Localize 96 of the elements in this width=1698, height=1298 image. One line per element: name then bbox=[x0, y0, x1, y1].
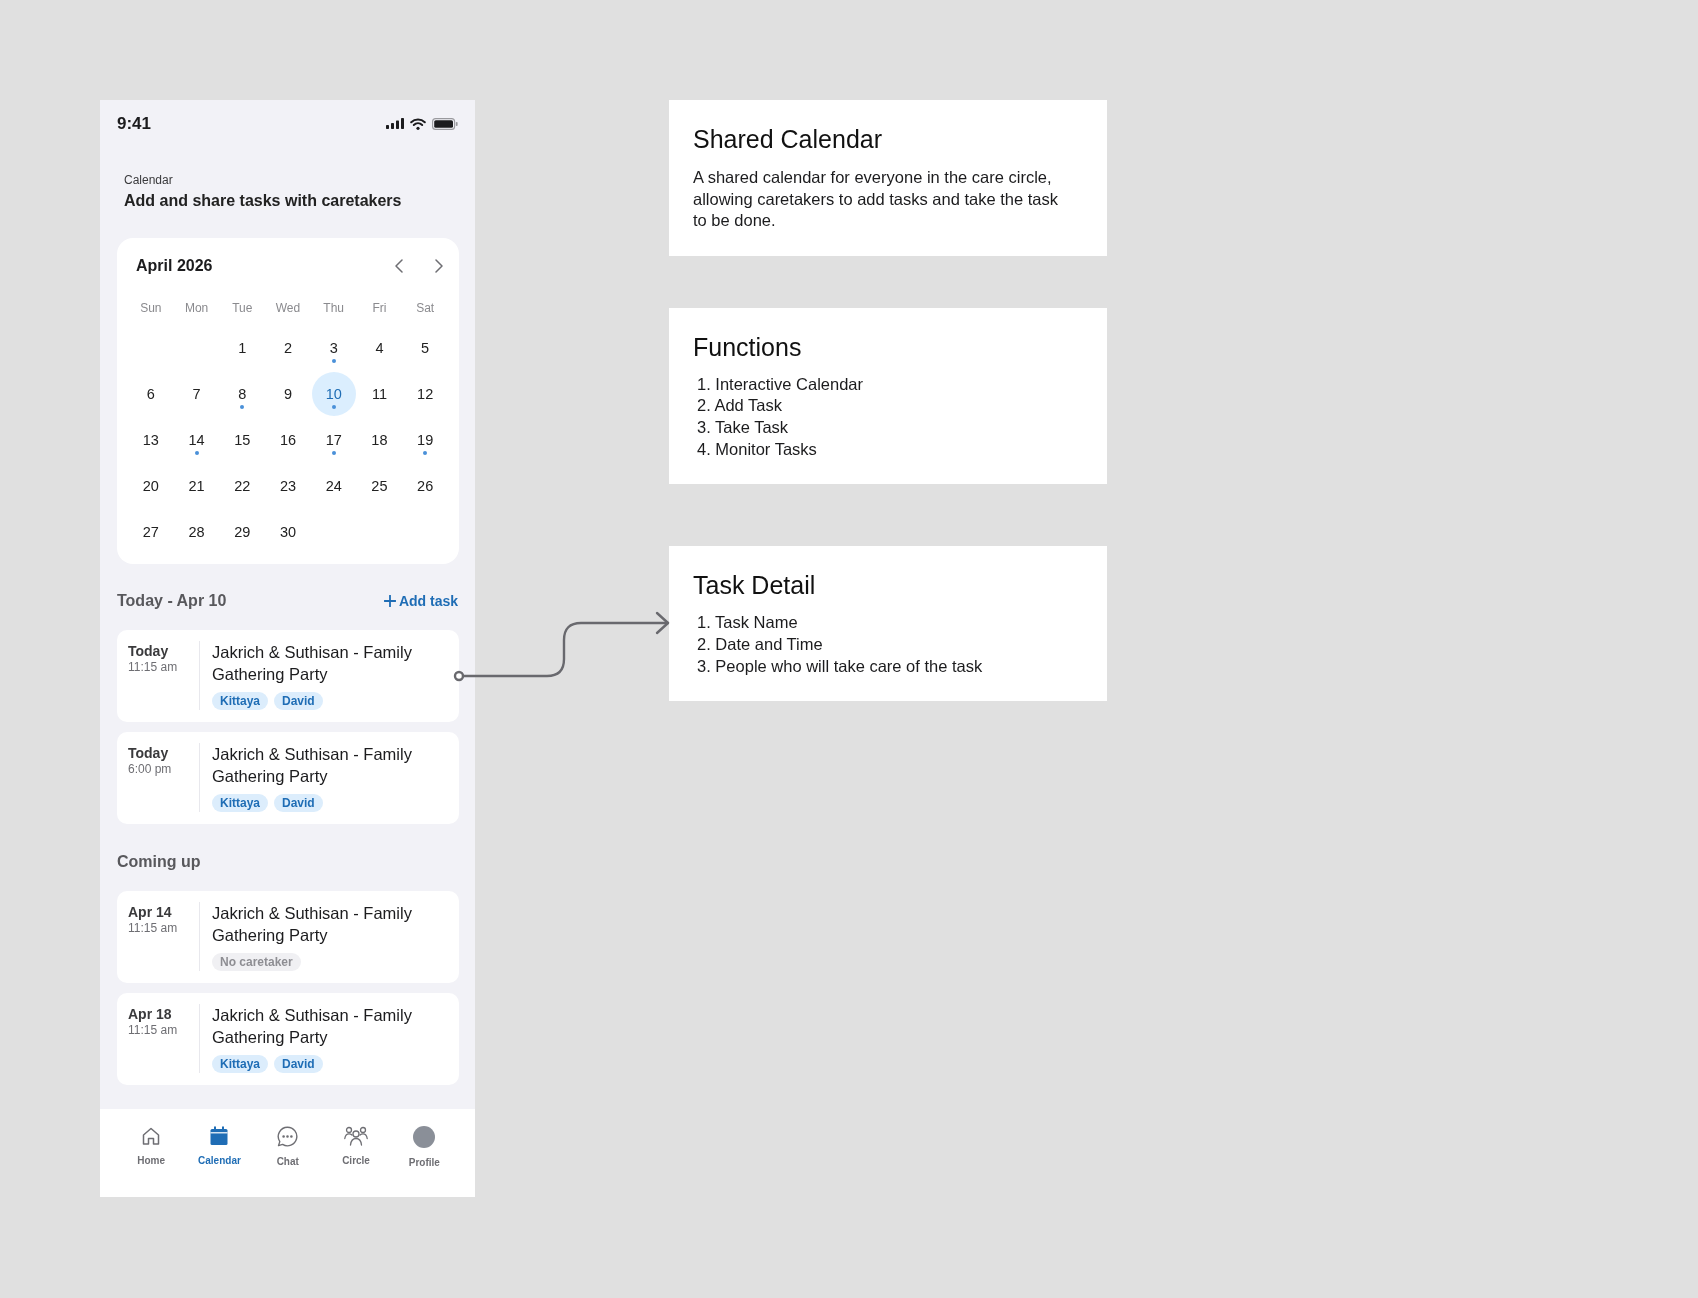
nav-tab[interactable]: Profile bbox=[408, 1126, 440, 1169]
calendar-day[interactable]: 29 bbox=[234, 523, 251, 541]
weekday-label: Sat bbox=[416, 300, 435, 316]
nav-tab[interactable]: Calendar bbox=[198, 1126, 241, 1167]
previous-month-button[interactable] bbox=[393, 257, 405, 275]
calendar-day[interactable]: 4 bbox=[375, 339, 384, 357]
calendar-day[interactable]: 2 bbox=[283, 339, 293, 357]
task-time: 11:15 am bbox=[128, 921, 179, 935]
note-list-item: 1. Task Name bbox=[697, 612, 798, 634]
task-card[interactable]: Today 11:15 am Jakrich & Suthisan - Family Gathering Party Kittaya David bbox=[117, 630, 459, 722]
calendar-day[interactable]: 16 bbox=[279, 431, 297, 449]
chevron-left-icon bbox=[395, 259, 403, 273]
section-title: Today - Apr 10 bbox=[117, 592, 227, 610]
calendar-day[interactable]: 13 bbox=[142, 431, 159, 449]
chevron-right-icon bbox=[435, 259, 443, 273]
weekday-label: Fri bbox=[372, 300, 387, 316]
task-time: 11:15 am bbox=[128, 1023, 179, 1037]
task-card[interactable]: Apr 14 11:15 am Jakrich & Suthisan - Family Gathering Party No caretaker bbox=[117, 891, 459, 983]
calendar-day[interactable]: 14 bbox=[188, 431, 205, 449]
battery-icon bbox=[432, 117, 458, 130]
task-date: Today bbox=[128, 744, 170, 762]
add-task-button[interactable]: Add task bbox=[383, 593, 458, 609]
task-date: Today bbox=[128, 642, 170, 660]
plus-icon bbox=[383, 595, 396, 607]
signal-icon bbox=[386, 118, 404, 129]
calendar-day[interactable]: 7 bbox=[192, 385, 201, 403]
calendar-day[interactable]: 24 bbox=[325, 477, 342, 495]
caretaker-tag: David bbox=[274, 692, 323, 710]
note-list-item: 4. Monitor Tasks bbox=[697, 438, 817, 460]
status-time: 9:41 bbox=[117, 113, 152, 134]
task-date: Apr 18 bbox=[128, 1005, 173, 1023]
calendar-day[interactable]: 9 bbox=[283, 385, 293, 403]
task-title: Jakrich & Suthisan - Family Gathering Party bbox=[212, 903, 413, 946]
calendar-day[interactable]: 8 bbox=[238, 385, 247, 403]
task-title: Jakrich & Suthisan - Family Gathering Party bbox=[212, 1005, 413, 1048]
calendar-day[interactable]: 1 bbox=[238, 339, 247, 357]
task-title: Jakrich & Suthisan - Family Gathering Party bbox=[212, 642, 413, 685]
section-title: Coming up bbox=[117, 853, 201, 871]
weekday-label: Sun bbox=[140, 300, 162, 316]
note-title: Functions bbox=[693, 331, 803, 362]
calendar-day[interactable]: 10 bbox=[311, 372, 356, 416]
calendar-day[interactable]: 12 bbox=[417, 385, 434, 403]
note-title: Shared Calendar bbox=[693, 124, 883, 154]
wifi-icon bbox=[410, 117, 426, 130]
weekday-label: Wed bbox=[275, 300, 301, 316]
task-card[interactable]: Apr 18 11:15 am Jakrich & Suthisan - Family Gathering Party Kittaya David bbox=[117, 993, 459, 1085]
nav-tab[interactable]: Chat bbox=[276, 1126, 299, 1168]
caretaker-tag: Kittaya bbox=[212, 1055, 268, 1073]
task-time: 6:00 pm bbox=[128, 762, 173, 776]
calendar-day[interactable]: 15 bbox=[234, 431, 251, 449]
note-list-item: 2. Add Task bbox=[697, 395, 782, 417]
task-card[interactable]: Today 6:00 pm Jakrich & Suthisan - Family Gathering Party Kittaya David bbox=[117, 732, 459, 824]
calendar-day[interactable]: 27 bbox=[142, 523, 159, 541]
note-list-item: 1. Interactive Calendar bbox=[697, 373, 863, 395]
chat-bubble-icon bbox=[277, 1126, 299, 1147]
no-caretaker-tag: No caretaker bbox=[212, 953, 301, 971]
calendar-day[interactable]: 11 bbox=[371, 385, 387, 403]
calendar-day[interactable]: 22 bbox=[234, 477, 251, 495]
calendar-day[interactable]: 21 bbox=[188, 477, 205, 495]
screen-title: Add and share tasks with caretakers bbox=[124, 191, 403, 211]
calendar-day[interactable]: 6 bbox=[146, 385, 155, 403]
weekday-label: Tue bbox=[232, 300, 253, 316]
next-month-button[interactable] bbox=[433, 257, 445, 275]
note-title: Task Detail bbox=[693, 570, 817, 601]
calendar-icon bbox=[209, 1126, 230, 1146]
task-title: Jakrich & Suthisan - Family Gathering Party bbox=[212, 744, 413, 787]
home-icon bbox=[141, 1126, 162, 1146]
note-list-item: 2. Date and Time bbox=[697, 634, 823, 655]
calendar-day[interactable]: 28 bbox=[188, 523, 205, 541]
note-list-item: 3. Take Task bbox=[697, 416, 789, 438]
caretaker-tag: Kittaya bbox=[212, 692, 268, 710]
calendar-day[interactable]: 19 bbox=[417, 431, 434, 449]
screen-label: Calendar bbox=[124, 172, 174, 188]
calendar-day[interactable]: 18 bbox=[371, 431, 388, 449]
avatar-placeholder bbox=[413, 1126, 436, 1148]
weekday-label: Mon bbox=[184, 300, 209, 316]
weekday-label: Thu bbox=[323, 300, 345, 316]
caretaker-tag: David bbox=[274, 1055, 323, 1073]
calendar-day[interactable]: 3 bbox=[329, 339, 338, 357]
month-title: April 2026 bbox=[136, 257, 214, 275]
note-text: A shared calendar for everyone in the care circle, allowing caretakers to add tasks and take the task to be done. bbox=[693, 167, 1060, 231]
people-group-icon bbox=[344, 1126, 369, 1146]
calendar-day[interactable]: 17 bbox=[325, 431, 342, 449]
note-list-item: 3. People who will take care of the task bbox=[697, 655, 983, 677]
calendar-day[interactable]: 23 bbox=[279, 477, 297, 495]
task-date: Apr 14 bbox=[128, 903, 173, 921]
calendar-day[interactable]: 30 bbox=[279, 523, 297, 541]
caretaker-tag: Kittaya bbox=[212, 794, 268, 812]
task-time: 11:15 am bbox=[128, 660, 179, 674]
nav-tab[interactable]: Circle bbox=[342, 1126, 370, 1167]
calendar-day[interactable]: 25 bbox=[371, 477, 388, 495]
calendar-day[interactable]: 5 bbox=[421, 339, 430, 357]
nav-tab[interactable]: Home bbox=[137, 1126, 166, 1167]
calendar-day[interactable]: 26 bbox=[417, 477, 434, 495]
calendar-day[interactable]: 20 bbox=[142, 477, 159, 495]
caretaker-tag: David bbox=[274, 794, 323, 812]
